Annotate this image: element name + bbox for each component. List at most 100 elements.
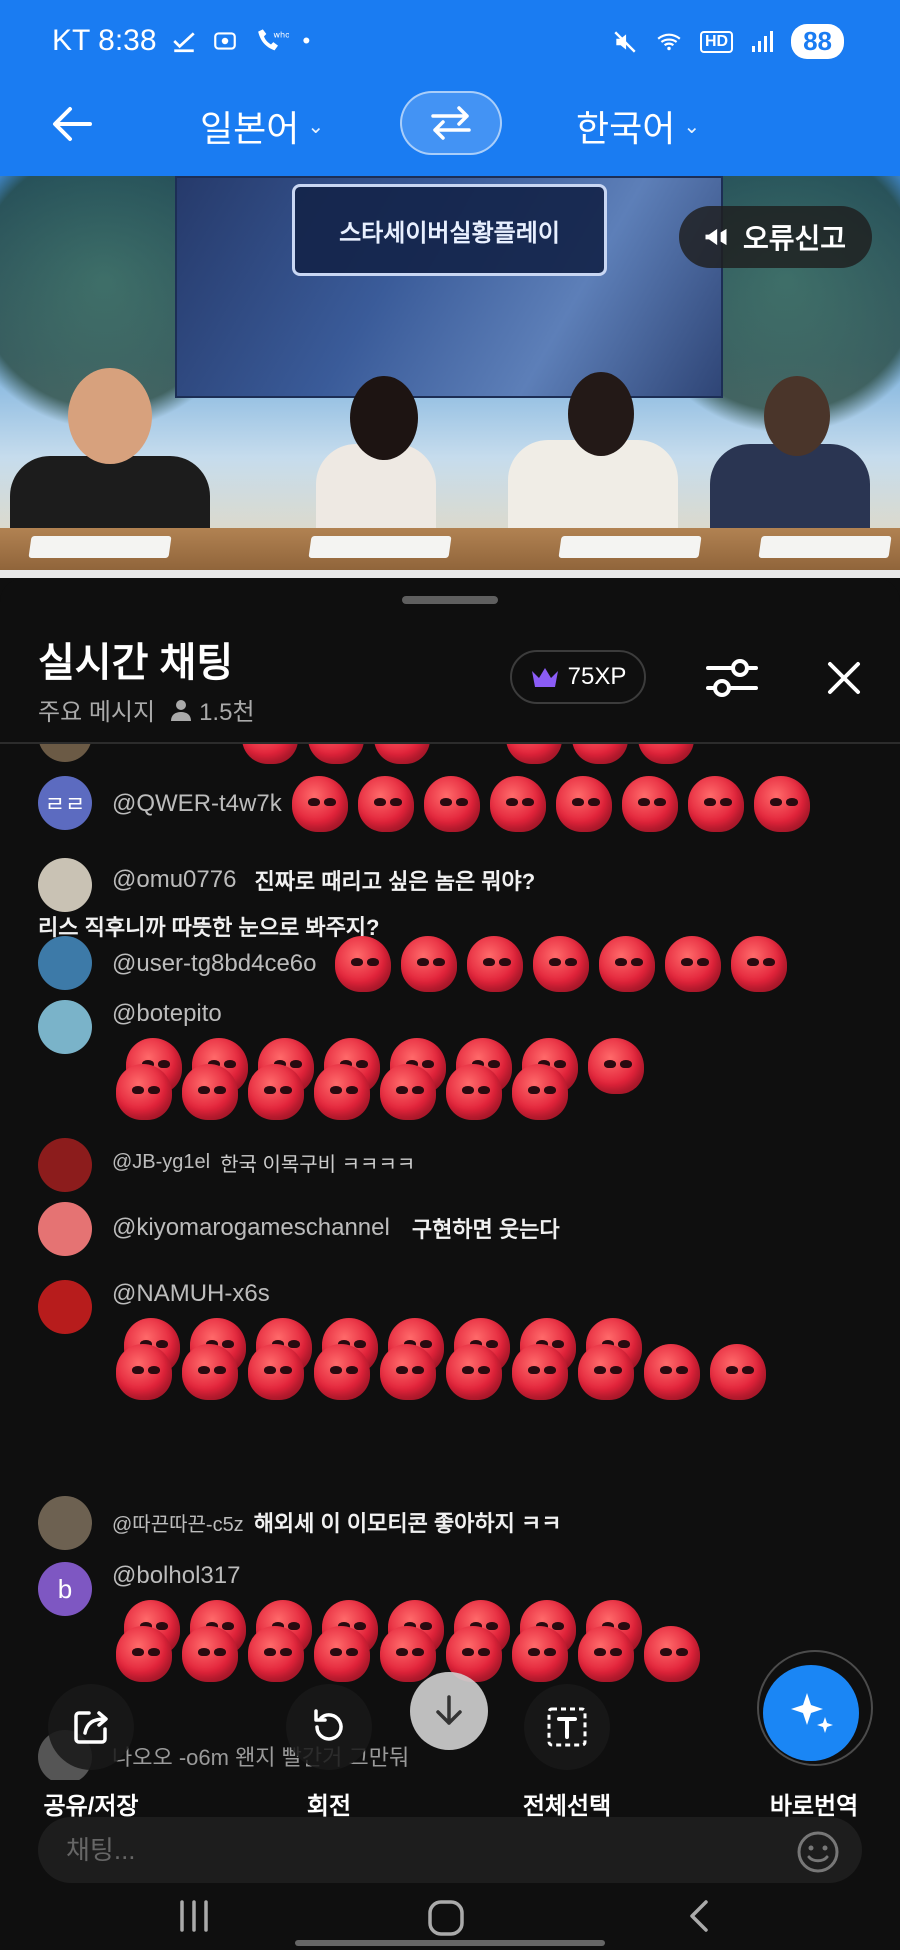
avatar: ㄹㄹ (38, 776, 92, 830)
emoji-row (291, 776, 810, 832)
sliders-icon (706, 659, 758, 697)
back-nav-icon[interactable] (682, 1898, 718, 1934)
select-all-button[interactable] (524, 1684, 610, 1770)
red-blob-emoji (753, 776, 810, 832)
megaphone-icon (705, 228, 727, 246)
red-blob-emoji (334, 936, 391, 992)
emoji-row-continued (116, 1344, 816, 1400)
red-blob-emoji (512, 1626, 568, 1682)
viewer-count-value: 1.5천 (199, 699, 255, 726)
avatar (38, 1280, 92, 1334)
red-blob-emoji (182, 1344, 238, 1400)
emoji-row (242, 744, 694, 764)
red-blob-emoji (621, 776, 678, 832)
avatar (38, 936, 92, 990)
red-blob-emoji (380, 1626, 436, 1682)
author-name[interactable]: @kiyomarogameschannel (112, 1214, 390, 1242)
stage-sign: 스타세이버실황플레이 (292, 184, 607, 276)
red-blob-emoji (446, 1064, 502, 1120)
red-blob-emoji (644, 1344, 700, 1400)
close-icon (828, 662, 860, 694)
author-name[interactable]: @bolhol317 (112, 1562, 240, 1590)
scroll-to-bottom-button[interactable] (410, 1672, 488, 1750)
author-name[interactable]: @botepito (112, 1000, 222, 1028)
rotate-label: 회전 (306, 1793, 352, 1820)
crown-icon (531, 668, 558, 687)
smiley-icon (797, 1831, 839, 1873)
source-language-select[interactable]: 일본어 ⌄ (200, 100, 324, 152)
xp-badge[interactable]: 75XP (510, 650, 646, 704)
red-blob-emoji (532, 936, 589, 992)
status-bar-right: HD 88 (612, 24, 844, 59)
gesture-indicator (295, 1940, 605, 1946)
red-blob-emoji (664, 936, 721, 992)
translator-header: KT 8:38 who • HD 88 일본어 ⌄ 한국어 ⌄ (0, 0, 900, 176)
signal-icon (752, 30, 774, 52)
red-blob-emoji (116, 1064, 172, 1120)
battery-indicator: 88 (791, 24, 844, 59)
back-button[interactable] (44, 96, 100, 152)
rotate-icon (314, 1709, 343, 1741)
red-blob-emoji (687, 776, 744, 832)
red-blob-emoji (357, 776, 414, 832)
author-name[interactable]: @omu0776 (112, 866, 236, 894)
avatar (38, 1000, 92, 1054)
target-language-label: 한국어 (576, 108, 676, 149)
screenshot-icon (213, 32, 236, 50)
red-blob-emoji (182, 1064, 238, 1120)
instant-translate-label: 바로번역 (769, 1793, 859, 1820)
home-icon[interactable] (426, 1898, 466, 1938)
share-save-button[interactable] (48, 1684, 134, 1770)
rotate-button[interactable] (286, 1684, 372, 1770)
author-name[interactable]: @JB-yg1el (112, 1151, 210, 1174)
red-blob-emoji (182, 1626, 238, 1682)
script-paper (558, 536, 702, 558)
red-blob-emoji (116, 1626, 172, 1682)
share-icon (74, 1711, 108, 1744)
author-name[interactable]: @user-tg8bd4ce6o (112, 950, 317, 978)
target-language-select[interactable]: 한국어 ⌄ (576, 100, 700, 152)
filter-button[interactable] (700, 648, 764, 708)
red-blob-emoji (380, 1064, 436, 1120)
svg-text:who: who (273, 30, 289, 40)
author-name[interactable]: @따끈따끈-c5z (112, 1508, 244, 1537)
emoji-row (334, 936, 787, 992)
dot-icon: • (302, 28, 311, 53)
recent-apps-icon[interactable] (176, 1898, 212, 1934)
red-blob-emoji (314, 1626, 370, 1682)
whowho-call-icon: who (257, 29, 289, 51)
message-text: 구현하면 웃는다 (411, 1217, 560, 1242)
red-blob-emoji (644, 1626, 700, 1682)
author-name[interactable]: @QWER-t4w7k (112, 790, 282, 818)
red-blob-emoji (400, 936, 457, 992)
close-chat-button[interactable] (816, 648, 872, 708)
report-error-label: 오류신고 (742, 223, 846, 254)
chat-mode[interactable]: 주요 메시지 (38, 692, 155, 727)
author-name[interactable]: @NAMUH-x6s (112, 1280, 270, 1308)
red-blob-emoji (248, 1064, 304, 1120)
red-blob-emoji (489, 776, 546, 832)
message-text: 한국 이목구비 ㅋㅋㅋㅋ (220, 1154, 416, 1176)
drag-handle[interactable] (402, 596, 498, 604)
script-paper (28, 536, 172, 558)
avatar (38, 1496, 92, 1550)
swap-languages-button[interactable] (400, 91, 502, 155)
emoji-row-continued (116, 1064, 776, 1120)
chat-title: 실시간 채팅 (38, 641, 234, 685)
chat-message-list[interactable]: ㄹㄹ @QWER-t4w7k @omu0776 진짜로 때리고 싶은 놈은 뭐야… (0, 744, 900, 1780)
xp-value: 75XP (567, 663, 627, 690)
report-error-button[interactable]: 오류신고 (678, 206, 872, 268)
red-blob-emoji (446, 1344, 502, 1400)
script-paper (308, 536, 452, 558)
arrow-left-icon (53, 107, 92, 141)
avatar (38, 744, 92, 762)
mute-icon (614, 30, 636, 53)
video-player[interactable]: 스타세이버실황플레이 오류신고 (0, 176, 900, 578)
select-all-label: 전체선택 (522, 1793, 612, 1820)
red-blob-emoji (466, 936, 523, 992)
emoji-button[interactable] (796, 1830, 840, 1874)
script-paper (758, 536, 892, 558)
instant-translate-button[interactable] (763, 1665, 859, 1761)
chat-input[interactable] (66, 1831, 766, 1869)
red-blob-emoji (512, 1064, 568, 1120)
